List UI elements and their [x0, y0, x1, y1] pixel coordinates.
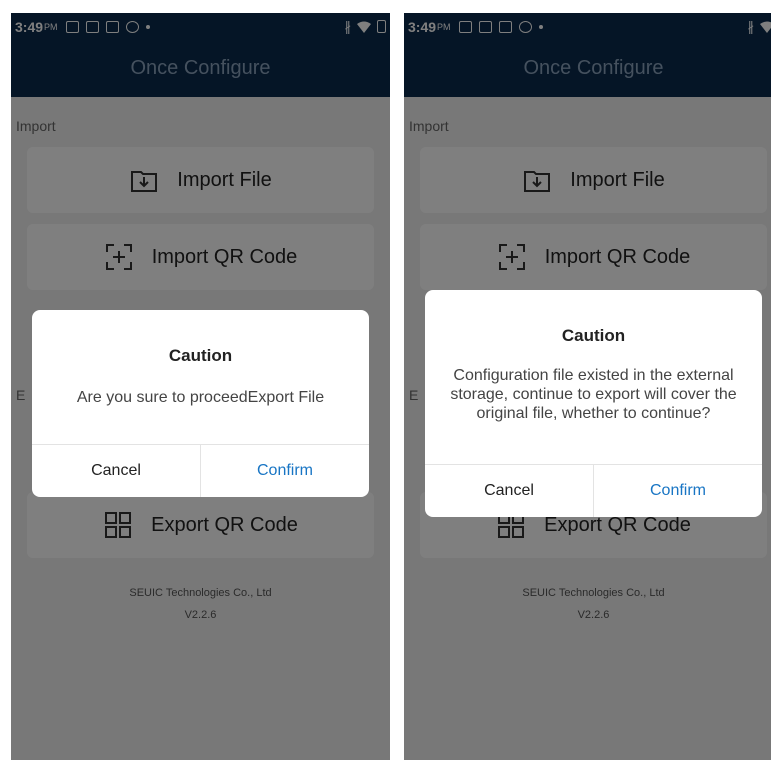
caution-dialog: Caution Are you sure to proceedExport Fi…: [32, 310, 369, 497]
dialog-title: Caution: [561, 326, 626, 345]
dialog-message: Are you sure to proceedExport File: [76, 389, 325, 406]
phone-screen-right: 3:49 PM ∦ Once Configure Import Import F…: [404, 13, 771, 760]
caution-dialog: Caution Configuration file existed in th…: [425, 290, 762, 517]
confirm-button[interactable]: Confirm: [201, 445, 369, 497]
cancel-button[interactable]: Cancel: [425, 465, 594, 517]
confirm-button[interactable]: Confirm: [594, 465, 762, 517]
dialog-actions: Cancel Confirm: [32, 444, 369, 497]
dialog-title: Caution: [168, 346, 233, 365]
dialog-message: Configuration file existed in the extern…: [450, 367, 737, 422]
phone-screen-left: 3:49 PM ∦ Once Configure Import Import F…: [11, 13, 390, 760]
dialog-actions: Cancel Confirm: [425, 464, 762, 517]
cancel-button[interactable]: Cancel: [32, 445, 201, 497]
